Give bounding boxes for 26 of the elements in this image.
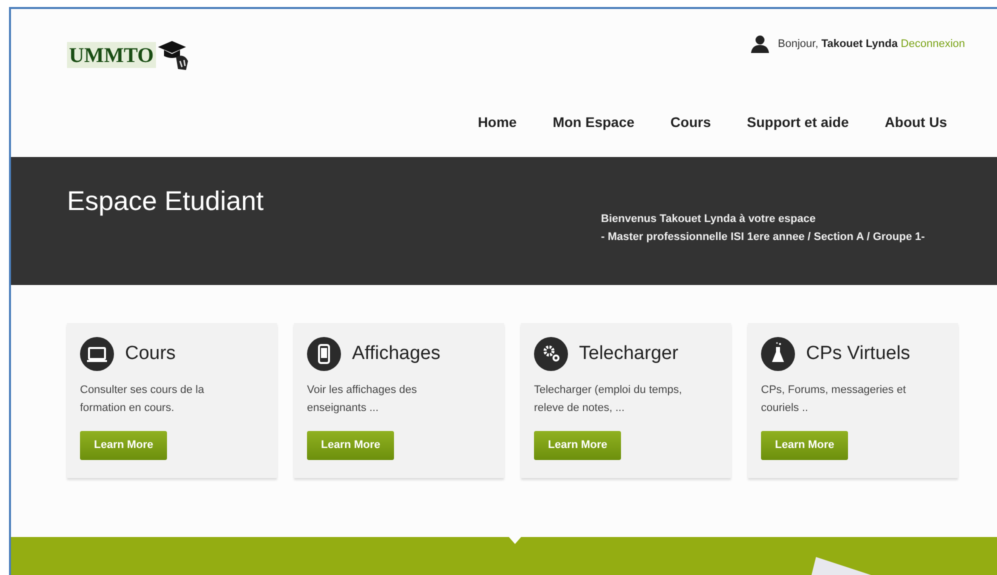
- nav-link[interactable]: Support et aide: [728, 110, 867, 135]
- card-description: CPs, Forums, messageries et couriels ..: [761, 383, 907, 416]
- welcome-text: - Master professionnelle ISI 1ere annee / Section A / Groupe 1-: [601, 230, 925, 245]
- card-description: Voir les affichages des enseignants ...: [307, 383, 418, 416]
- flask-icon: [761, 337, 795, 371]
- nav-link[interactable]: About Us: [866, 110, 965, 135]
- pointer-notch-icon: [508, 536, 522, 545]
- user-icon: [750, 35, 770, 53]
- mortarboard-icon: [156, 39, 190, 71]
- logo-text: UMMTO: [67, 42, 156, 68]
- greeting-text: Bonjour, Takouet Lynda Deconnexion: [778, 36, 965, 52]
- nav-link[interactable]: Mon Espace: [534, 110, 652, 135]
- page-title: Espace Etudiant: [67, 185, 264, 218]
- nav-link[interactable]: Cours: [652, 110, 729, 135]
- phone-icon: [307, 337, 341, 371]
- card-title: Cours: [125, 342, 176, 366]
- nav-link[interactable]: Home: [460, 110, 535, 135]
- laptop-icon: [80, 337, 114, 371]
- card-title: Affichages: [352, 342, 440, 366]
- paper-drawing: [811, 557, 871, 575]
- card-title: Telecharger: [579, 342, 678, 366]
- gears-icon: [534, 337, 568, 371]
- card-description: Telecharger (emploi du temps, releve de notes, ...: [534, 383, 683, 416]
- welcome-text: Bienvenus Takouet Lynda à votre espace: [601, 212, 817, 227]
- card-title: CPs Virtuels: [806, 342, 910, 366]
- card-description: Consulter ses cours de la formation en cours.: [80, 383, 206, 416]
